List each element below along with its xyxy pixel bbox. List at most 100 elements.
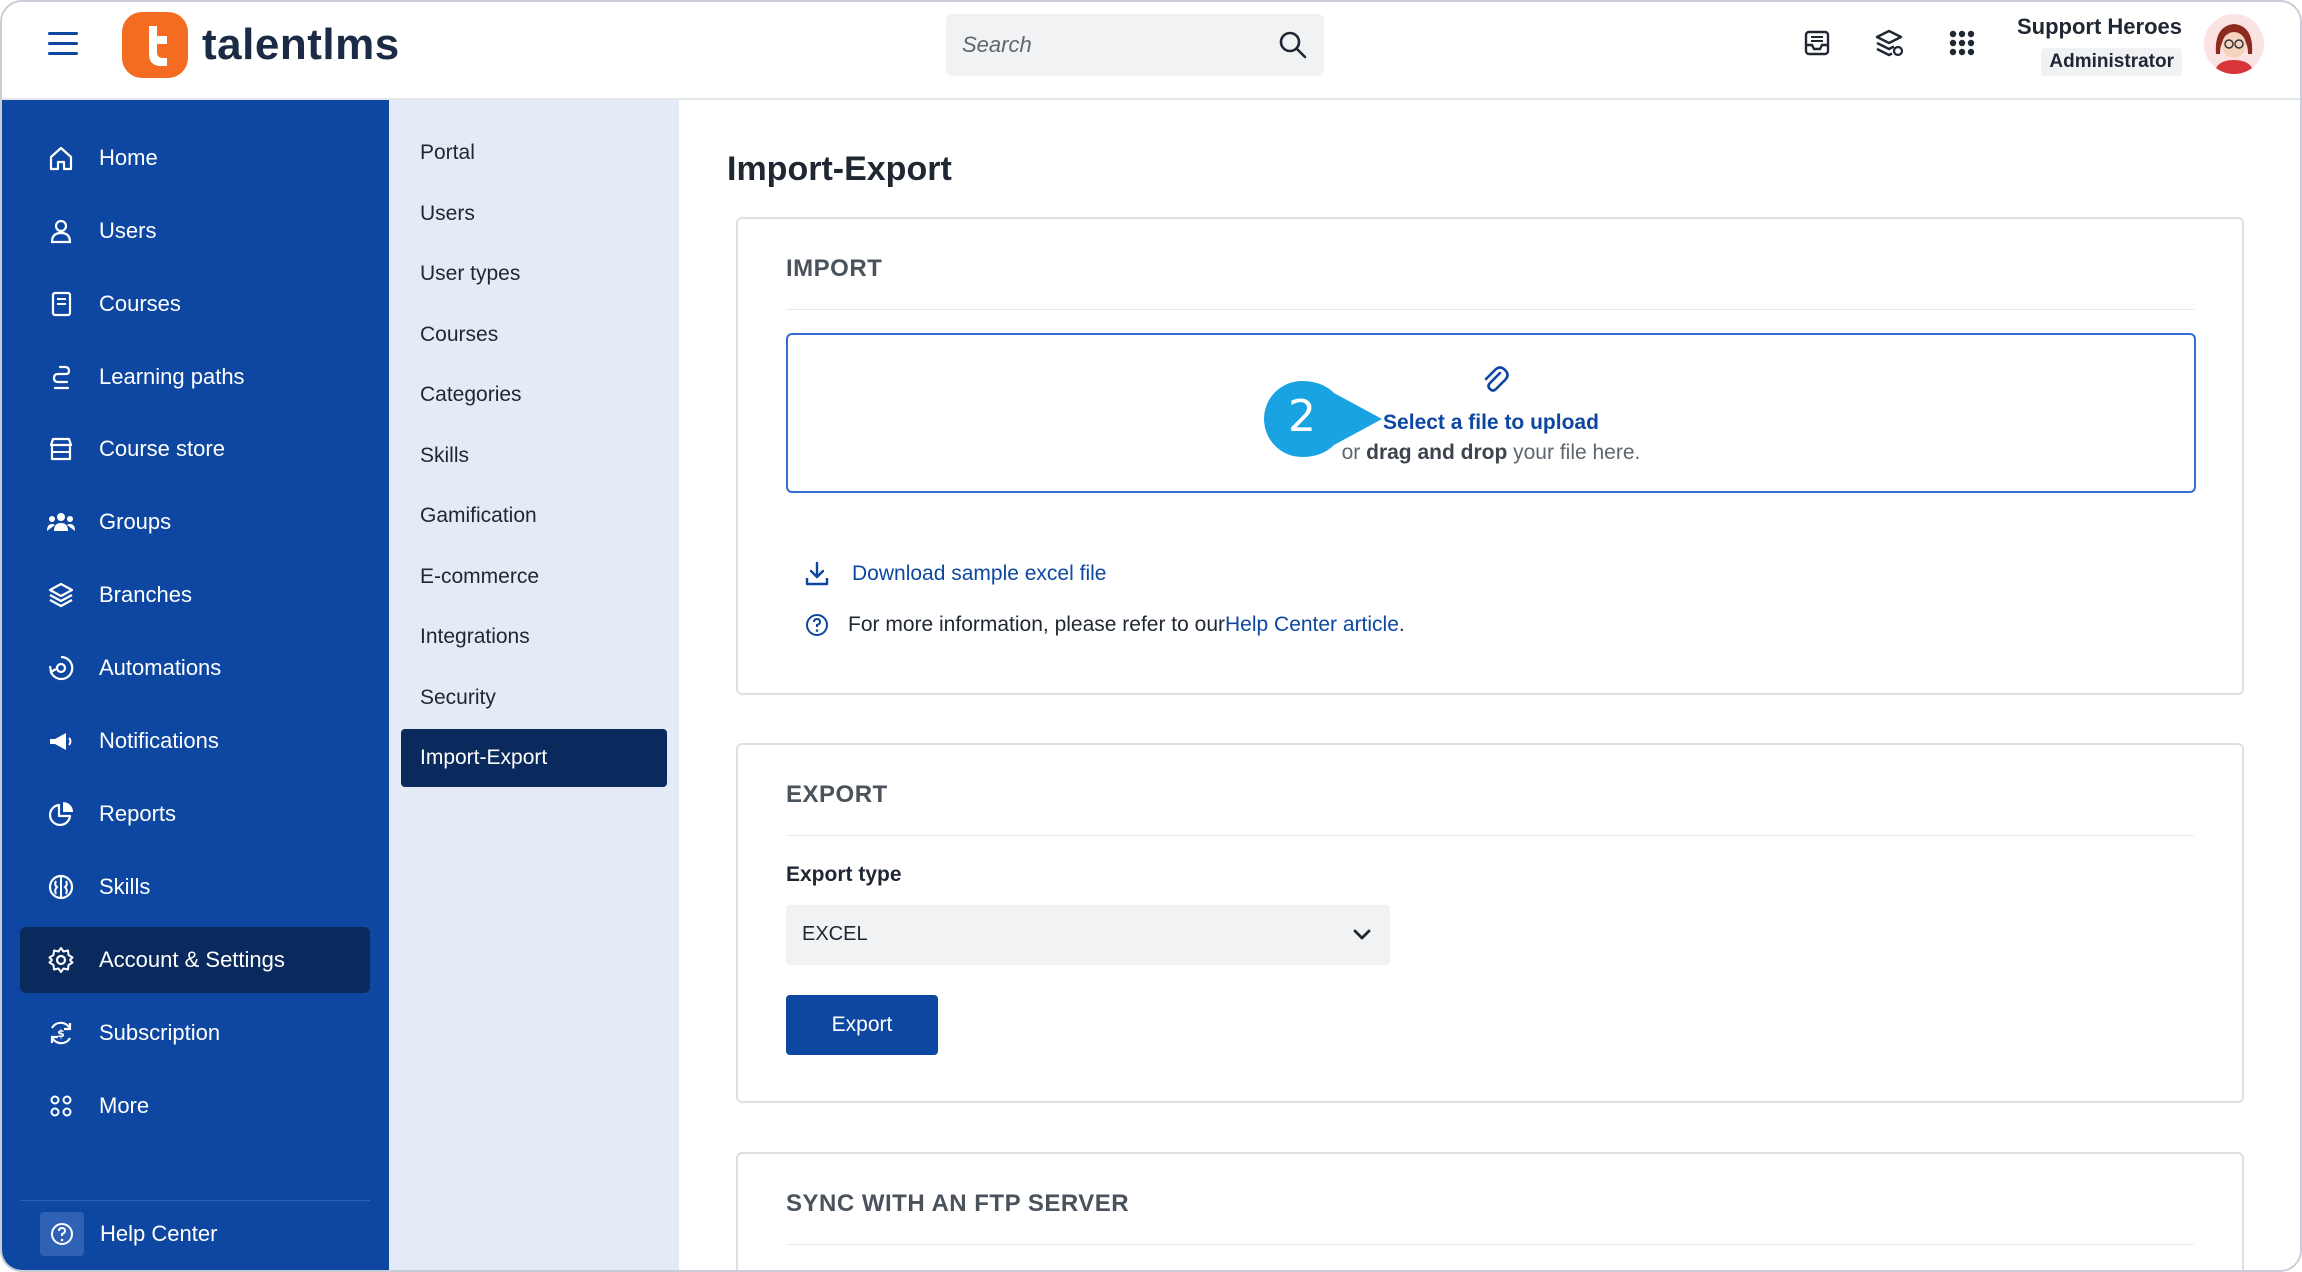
download-row: Download sample excel file — [786, 559, 1106, 589]
sidebar-item-more[interactable]: More — [20, 1073, 370, 1139]
sidebar-item-label: Learning paths — [99, 364, 245, 389]
sidebar-item-skills[interactable]: Skills — [20, 854, 370, 920]
submenu-item-courses[interactable]: Courses — [401, 306, 667, 364]
sidebar-item-subscription[interactable]: $ Subscription — [20, 1000, 370, 1066]
path-icon — [52, 365, 71, 390]
sidebar-item-notifications[interactable]: Notifications — [20, 708, 370, 774]
help-icon — [40, 1211, 84, 1256]
groups-icon — [47, 513, 75, 531]
search-box — [946, 14, 1324, 76]
help-info-row: For more information, please refer to ou… — [786, 610, 1405, 640]
sidebar-item-course-store[interactable]: Course store — [20, 416, 370, 482]
automation-icon — [48, 655, 74, 681]
divider — [786, 309, 2194, 310]
avatar[interactable] — [2204, 14, 2264, 74]
search-input[interactable] — [962, 14, 1262, 76]
chevron-down-icon — [1353, 929, 1371, 940]
sidebar-item-account-settings[interactable]: Account & Settings — [20, 927, 370, 993]
help-info-end: . — [1398, 613, 1405, 636]
user-icon — [50, 219, 72, 244]
divider — [786, 835, 2194, 836]
menu-toggle-icon[interactable] — [48, 32, 78, 58]
file-dropzone[interactable]: Select a file to upload or drag and drop… — [786, 333, 2196, 493]
sidebar-item-label: More — [99, 1093, 150, 1118]
sidebar-item-label: Course store — [99, 436, 225, 461]
catalog-icon[interactable] — [1872, 26, 1906, 60]
download-sample-link[interactable]: Download sample excel file — [852, 562, 1106, 586]
sidebar-item-label: Groups — [99, 509, 172, 534]
svg-text:$: $ — [57, 1027, 65, 1040]
gear-icon — [48, 947, 74, 973]
sidebar-item-automations[interactable]: Automations — [20, 635, 370, 701]
step-badge: 2 — [1262, 379, 1382, 459]
search-icon[interactable] — [1278, 30, 1308, 60]
submenu-item-ecommerce[interactable]: E-commerce — [401, 548, 667, 606]
download-icon — [805, 561, 829, 586]
sidebar-item-label: Branches — [99, 582, 192, 607]
select-file-link[interactable]: Select a file to upload — [788, 411, 2194, 435]
sidebar-item-label: Account & Settings — [99, 947, 285, 972]
import-card: IMPORT Select a file to upload or drag a… — [736, 217, 2244, 695]
sidebar-item-label: Subscription — [99, 1020, 221, 1045]
submenu-item-users[interactable]: Users — [401, 185, 667, 243]
sidebar-item-label: Users — [99, 218, 157, 243]
submenu-item-import-export[interactable]: Import-Export — [401, 729, 667, 787]
more-icon — [50, 1095, 72, 1117]
settings-submenu: Portal Users User types Courses Categori… — [389, 100, 679, 1270]
help-center-link[interactable]: Help Center — [20, 1200, 370, 1266]
export-type-value: EXCEL — [802, 923, 868, 945]
brain-icon — [48, 874, 74, 900]
sidebar-item-label: Skills — [99, 874, 151, 899]
submenu-item-user-types[interactable]: User types — [401, 245, 667, 303]
export-type-select[interactable]: EXCEL — [786, 905, 1390, 965]
user-role-badge[interactable]: Administrator — [2041, 48, 2182, 76]
layers-icon — [48, 582, 74, 608]
page-title: Import-Export — [727, 150, 952, 188]
sidebar-item-label: Courses — [99, 291, 181, 316]
step-number: 2 — [1288, 391, 1316, 442]
sidebar-item-label: Home — [99, 145, 158, 170]
subscription-icon: $ — [50, 1021, 72, 1045]
import-heading: IMPORT — [786, 255, 883, 282]
sidebar-item-label: Automations — [99, 655, 222, 680]
sidebar-item-courses[interactable]: Courses — [20, 271, 370, 337]
talentlms-logo-icon — [122, 12, 188, 78]
submenu-item-categories[interactable]: Categories — [401, 366, 667, 424]
apps-grid-icon[interactable] — [1945, 26, 1979, 60]
submenu-item-security[interactable]: Security — [401, 669, 667, 727]
sidebar-item-label: Notifications — [99, 728, 219, 753]
export-type-label: Export type — [786, 863, 902, 886]
help-info-text: For more information, please refer to ou… — [848, 613, 1225, 636]
sidebar-item-groups[interactable]: Groups — [20, 489, 370, 555]
help-center-label: Help Center — [100, 1220, 218, 1246]
sidebar-item-branches[interactable]: Branches — [20, 562, 370, 628]
submenu-item-gamification[interactable]: Gamification — [401, 487, 667, 545]
export-card: EXPORT Export type EXCEL Export — [736, 743, 2244, 1103]
user-name: Support Heroes — [2016, 14, 2182, 39]
home-icon — [49, 146, 73, 171]
submenu-item-portal[interactable]: Portal — [401, 124, 667, 182]
paperclip-icon — [1484, 366, 1509, 392]
divider — [786, 1244, 2194, 1245]
hint-suffix: your file here. — [1507, 441, 1641, 464]
sidebar-item-reports[interactable]: Reports — [20, 781, 370, 847]
app-window: talentlms Support Heroes Administrator — [0, 0, 2302, 1272]
sidebar-item-users[interactable]: Users — [20, 198, 370, 264]
sidebar-item-label: Reports — [99, 801, 177, 826]
submenu-item-integrations[interactable]: Integrations — [401, 608, 667, 666]
inbox-icon[interactable] — [1800, 26, 1834, 60]
export-button[interactable]: Export — [786, 995, 938, 1055]
top-bar: talentlms Support Heroes Administrator — [2, 2, 2300, 100]
store-icon — [49, 437, 73, 461]
ftp-heading: SYNC WITH AN FTP SERVER — [786, 1190, 1130, 1217]
submenu-item-skills[interactable]: Skills — [401, 427, 667, 485]
sidebar-item-learning-paths[interactable]: Learning paths — [20, 344, 370, 410]
megaphone-icon — [50, 733, 72, 750]
sidebar: Home Users Courses Learning paths Course… — [2, 100, 389, 1270]
sidebar-item-home[interactable]: Home — [20, 125, 370, 191]
brand-logo[interactable]: talentlms — [122, 12, 400, 78]
help-center-article-link[interactable]: Help Center article — [1225, 613, 1399, 637]
ftp-sync-card: SYNC WITH AN FTP SERVER — [736, 1152, 2244, 1270]
export-heading: EXPORT — [786, 781, 888, 808]
user-menu[interactable]: Support Heroes Administrator — [2017, 14, 2182, 76]
